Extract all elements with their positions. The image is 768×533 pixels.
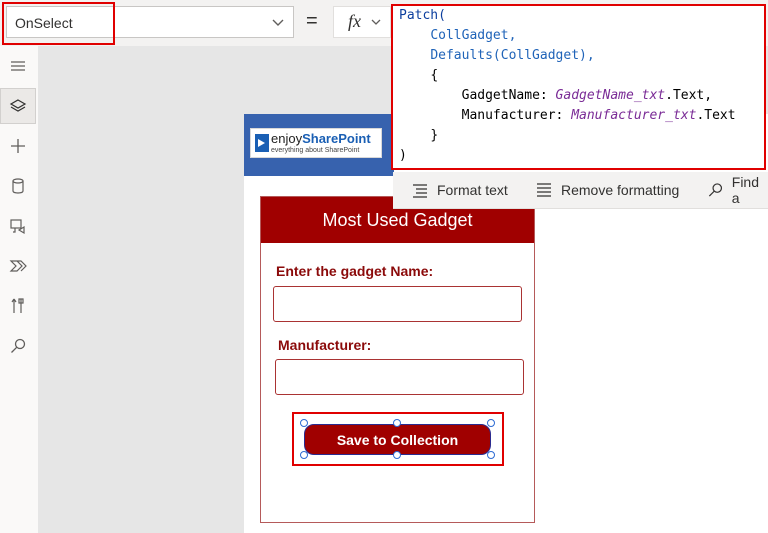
formula-line: CollGadget, xyxy=(430,28,517,43)
logo-text: enjoySharePoint xyxy=(271,131,371,146)
media-icon xyxy=(10,219,25,235)
selection-handle[interactable] xyxy=(300,451,308,459)
rail-advanced-tools[interactable] xyxy=(0,288,36,324)
selection-handle[interactable] xyxy=(393,419,401,427)
selection-handle[interactable] xyxy=(393,451,401,459)
chevron-down-icon xyxy=(371,19,381,25)
rail-tree-view[interactable] xyxy=(0,88,36,124)
left-nav-rail xyxy=(0,46,39,533)
manufacturer-input[interactable] xyxy=(275,359,524,395)
search-icon xyxy=(11,338,26,353)
tools-icon xyxy=(11,298,24,313)
layers-icon xyxy=(9,99,27,112)
logo-tagline: everything about SharePoint xyxy=(271,147,360,154)
logo-header: enjoySharePoint everything about SharePo… xyxy=(244,114,394,176)
format-text-button[interactable]: Format text xyxy=(411,172,508,208)
chevron-down-icon xyxy=(272,19,284,26)
database-icon xyxy=(12,178,24,194)
remove-formatting-button[interactable]: Remove formatting xyxy=(535,172,679,208)
formula-toolbar: Format text Remove formatting Find a xyxy=(393,172,768,209)
selection-handle[interactable] xyxy=(487,419,495,427)
equals-sign: = xyxy=(306,10,318,32)
rail-insert[interactable] xyxy=(0,128,36,164)
rail-menu[interactable] xyxy=(0,48,36,84)
power-automate-icon xyxy=(9,260,27,272)
selection-handle[interactable] xyxy=(300,419,308,427)
gadget-name-label: Enter the gadget Name: xyxy=(276,263,434,279)
fx-button[interactable]: fx xyxy=(333,6,391,38)
formula-line: GadgetName: GadgetName_txt.Text, xyxy=(461,88,713,103)
remove-formatting-icon xyxy=(537,183,551,197)
formula-line: Manufacturer: Manufacturer_txt.Text xyxy=(461,108,736,123)
formula-line: Defaults(CollGadget), xyxy=(430,48,595,63)
formula-editor[interactable]: Patch( CollGadget, Defaults(CollGadget),… xyxy=(393,4,765,168)
search-icon xyxy=(708,183,723,197)
rail-power-automate[interactable] xyxy=(0,248,36,284)
rail-search[interactable] xyxy=(0,328,36,364)
formula-line: Patch( xyxy=(399,8,446,23)
selection-handle[interactable] xyxy=(487,451,495,459)
hamburger-menu-icon xyxy=(11,61,25,71)
format-text-label: Format text xyxy=(437,182,508,198)
plus-icon xyxy=(11,139,25,153)
find-button[interactable]: Find a xyxy=(707,172,768,208)
rail-data[interactable] xyxy=(0,168,36,204)
property-dropdown[interactable]: OnSelect xyxy=(6,6,294,38)
formula-line: { xyxy=(430,68,439,83)
manufacturer-label: Manufacturer: xyxy=(278,337,372,353)
formula-line: } xyxy=(430,128,439,143)
remove-formatting-label: Remove formatting xyxy=(561,182,680,198)
enjoysharepoint-logo: enjoySharePoint everything about SharePo… xyxy=(250,128,382,158)
rail-media[interactable] xyxy=(0,208,36,244)
find-label: Find a xyxy=(731,174,759,206)
property-dropdown-value: OnSelect xyxy=(15,15,73,31)
logo-mark-icon xyxy=(255,134,269,152)
gadget-name-input[interactable] xyxy=(273,286,522,322)
format-text-icon xyxy=(413,184,427,198)
fx-label: fx xyxy=(348,11,361,31)
gadget-form-card: Most Used Gadget Enter the gadget Name: … xyxy=(260,196,535,523)
formula-line: ) xyxy=(399,148,407,163)
